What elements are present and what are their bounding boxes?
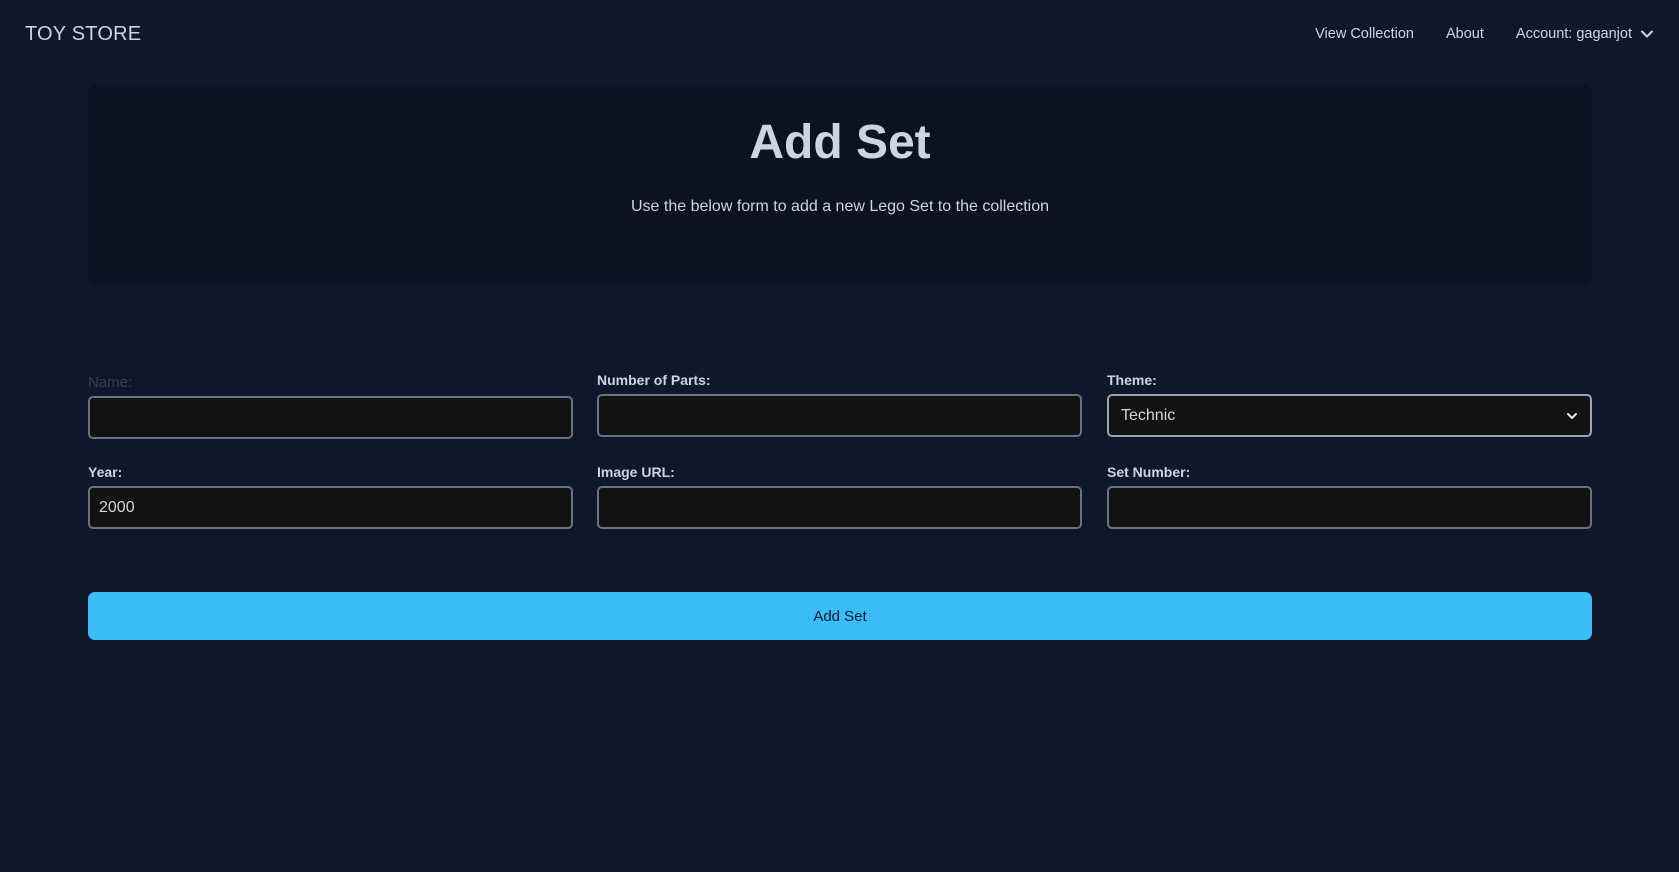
image-url-input[interactable] (597, 486, 1082, 529)
nav-view-collection-link[interactable]: View Collection (1299, 18, 1430, 50)
add-set-button[interactable]: Add Set (88, 592, 1592, 640)
theme-label: Theme: (1107, 372, 1157, 388)
account-dropdown-toggle[interactable]: Account: gaganjot (1500, 18, 1654, 50)
name-input[interactable] (88, 396, 573, 439)
image-url-label: Image URL: (597, 464, 675, 480)
page-title: Add Set (749, 116, 931, 169)
num-parts-label: Number of Parts: (597, 372, 711, 388)
theme-selected-value: Technic (1121, 406, 1176, 424)
chevron-down-icon (1641, 30, 1653, 38)
theme-select[interactable]: Technic (1107, 394, 1592, 437)
set-number-label: Set Number: (1107, 464, 1191, 480)
nav-about-link[interactable]: About (1430, 18, 1500, 50)
name-label: Name: (88, 374, 133, 391)
navbar: TOY STORE View Collection About Account:… (0, 0, 1679, 68)
num-parts-field-group: Number of Parts: (597, 372, 1082, 437)
num-parts-input[interactable] (597, 394, 1082, 437)
set-number-input[interactable] (1107, 486, 1592, 529)
year-input[interactable] (88, 486, 573, 529)
chevron-down-icon (1567, 412, 1577, 419)
image-url-field-group: Image URL: (597, 464, 1082, 529)
name-field-group: Name: (88, 374, 573, 439)
theme-field-group: Theme: Technic (1107, 372, 1592, 437)
year-label: Year: (88, 464, 123, 480)
set-number-field-group: Set Number: (1107, 464, 1592, 529)
account-label: Account: gaganjot (1515, 26, 1632, 42)
nav-links: View Collection About Account: gaganjot (1299, 18, 1654, 50)
brand-link[interactable]: TOY STORE (25, 23, 141, 46)
page-subtitle: Use the below form to add a new Lego Set… (630, 198, 1050, 215)
hero-banner: Add Set Use the below form to add a new … (88, 85, 1592, 285)
year-field-group: Year: (88, 464, 573, 529)
